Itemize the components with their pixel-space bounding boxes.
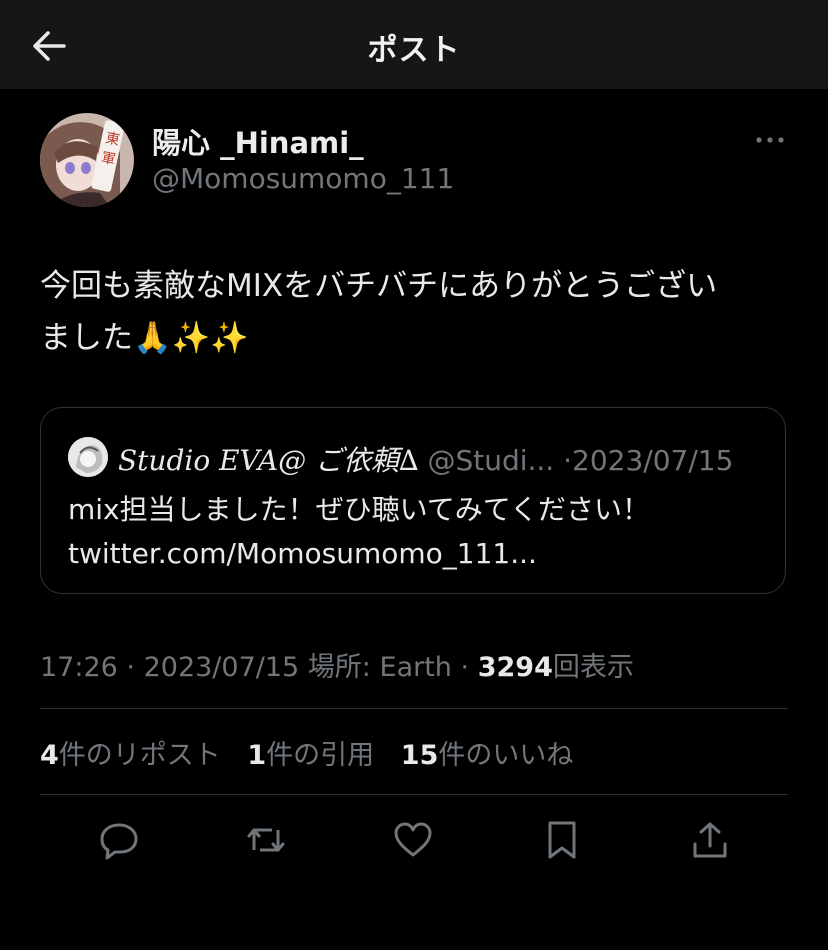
quotes-stat[interactable]: 1件の引用 (247, 740, 374, 771)
author-display-name[interactable]: 陽心 _Hinami_ (152, 120, 364, 162)
views-count[interactable]: 3294 (478, 652, 553, 683)
more-options-button[interactable] (754, 128, 786, 152)
separator-dot: · (460, 652, 470, 683)
like-icon (394, 822, 432, 857)
separator-dot: · (126, 652, 135, 683)
quoted-avatar (68, 437, 108, 477)
quoted-post[interactable]: Studio EVA@ ご依頼∆ @Studi... ·2023/07/15 m… (40, 407, 786, 594)
reposts-label: 件のリポスト (58, 740, 221, 771)
post-meta: 17:26 · 2023/07/15 場所: Earth · 3294回表示 (40, 645, 634, 684)
quoted-display-name: Studio EVA@ ご依頼∆ (118, 444, 419, 477)
reposts-count: 4 (40, 740, 59, 771)
author-handle[interactable]: @Momosumomo_111 (152, 162, 454, 195)
reposts-stat[interactable]: 4件のリポスト (40, 740, 221, 771)
quoted-text: mix担当しました！ぜひ聴いてみてください！ twitter.com/Momos… (68, 493, 650, 570)
post-text: 今回も素敵なMIXをバチバチにありがとうござい ました🙏✨✨ (40, 268, 718, 356)
divider (40, 794, 788, 795)
divider (40, 708, 788, 709)
bookmark-button[interactable] (542, 820, 582, 860)
repost-button[interactable] (246, 820, 286, 860)
top-bar: ポスト (0, 0, 828, 89)
post-date[interactable]: 2023/07/15 (144, 652, 300, 683)
engagement-stats: 4件のリポスト 1件の引用 15件のいいね (40, 733, 591, 772)
avatar[interactable]: 東 軍 (40, 113, 134, 207)
quotes-count: 1 (247, 740, 267, 771)
repost-icon (247, 828, 285, 852)
reply-button[interactable] (99, 820, 139, 860)
quoted-date: 2023/07/15 (572, 444, 734, 477)
location-label: 場所: (307, 652, 371, 683)
likes-label: 件のいいね (438, 740, 574, 771)
like-button[interactable] (393, 820, 433, 860)
separator-dot: · (563, 444, 573, 477)
quoted-header: Studio EVA@ ご依頼∆ @Studi... ·2023/07/15 (118, 439, 733, 479)
likes-stat[interactable]: 15件のいいね (401, 740, 574, 771)
quotes-label: 件の引用 (266, 740, 375, 771)
post-time[interactable]: 17:26 (40, 652, 118, 683)
quoted-handle: @Studi... (427, 444, 555, 477)
bookmark-icon (548, 821, 576, 859)
more-dots-icon (756, 137, 784, 143)
page-title: ポスト (367, 33, 461, 68)
views-label: 回表示 (552, 652, 634, 683)
reply-icon (100, 823, 138, 860)
likes-count: 15 (400, 740, 439, 771)
share-button[interactable] (690, 820, 730, 860)
share-icon (693, 822, 727, 858)
location-value: Earth (379, 652, 452, 683)
